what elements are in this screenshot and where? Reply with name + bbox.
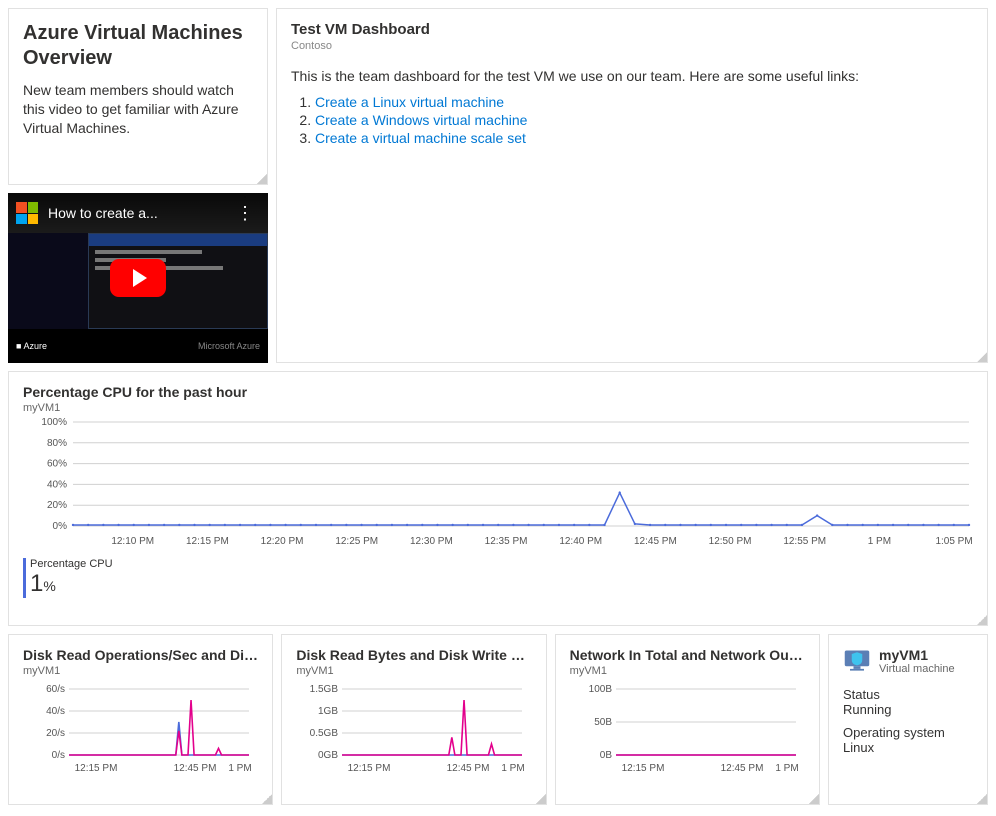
svg-text:12:25 PM: 12:25 PM xyxy=(335,536,378,547)
vm-status-label: Status xyxy=(843,687,973,702)
dashboard-info-tile: Test VM Dashboard Contoso This is the te… xyxy=(276,8,988,363)
overview-tile: Azure Virtual Machines Overview New team… xyxy=(8,8,268,185)
svg-text:12:40 PM: 12:40 PM xyxy=(559,536,602,547)
vm-info-tile[interactable]: myVM1 Virtual machine Status Running Ope… xyxy=(828,634,988,805)
video-title: How to create a... xyxy=(48,205,226,221)
svg-text:1 PM: 1 PM xyxy=(775,763,798,774)
svg-text:20/s: 20/s xyxy=(46,728,65,739)
resize-handle-icon[interactable] xyxy=(809,794,819,804)
svg-text:12:55 PM: 12:55 PM xyxy=(783,536,826,547)
dashboard-description: This is the team dashboard for the test … xyxy=(291,68,973,84)
resize-handle-icon[interactable] xyxy=(977,352,987,362)
svg-text:40%: 40% xyxy=(47,479,67,490)
svg-text:60%: 60% xyxy=(47,459,67,470)
disk-ops-chart[interactable]: 0/s 20/s 40/s 60/s 12:15 PM 12:45 PM 1 PM xyxy=(23,677,253,777)
vm-icon xyxy=(843,647,871,675)
svg-text:1GB: 1GB xyxy=(318,706,338,717)
svg-text:0B: 0B xyxy=(599,750,612,761)
overview-text: New team members should watch this video… xyxy=(23,81,253,138)
svg-text:12:15 PM: 12:15 PM xyxy=(75,763,118,774)
cpu-legend-value: 1% xyxy=(30,570,113,598)
svg-text:12:45 PM: 12:45 PM xyxy=(720,763,763,774)
resize-handle-icon[interactable] xyxy=(977,794,987,804)
svg-text:0GB: 0GB xyxy=(318,750,338,761)
dashboard-title: Test VM Dashboard xyxy=(291,21,973,38)
network-resource: myVM1 xyxy=(570,665,805,677)
svg-text:12:45 PM: 12:45 PM xyxy=(634,536,677,547)
video-brand-left: ■ Azure xyxy=(16,341,47,351)
svg-text:1 PM: 1 PM xyxy=(502,763,525,774)
cpu-legend: Percentage CPU 1% xyxy=(23,558,973,598)
vm-status-value: Running xyxy=(843,702,973,717)
cpu-chart-resource: myVM1 xyxy=(23,402,973,414)
network-tile[interactable]: Network In Total and Network Out... myVM… xyxy=(555,634,820,805)
svg-text:12:35 PM: 12:35 PM xyxy=(485,536,528,547)
disk-ops-resource: myVM1 xyxy=(23,665,258,677)
vm-os-value: Linux xyxy=(843,740,973,755)
dashboard-link-2[interactable]: Create a Windows virtual machine xyxy=(315,112,527,128)
cpu-chart-tile[interactable]: Percentage CPU for the past hour myVM1 0… xyxy=(8,371,988,626)
svg-text:0%: 0% xyxy=(53,521,68,532)
dashboard-subtitle: Contoso xyxy=(291,40,973,52)
svg-text:20%: 20% xyxy=(47,500,67,511)
resize-handle-icon[interactable] xyxy=(977,615,987,625)
dashboard-links: Create a Linux virtual machine Create a … xyxy=(291,94,973,146)
svg-text:100B: 100B xyxy=(588,684,612,695)
svg-text:12:15 PM: 12:15 PM xyxy=(621,763,664,774)
svg-text:40/s: 40/s xyxy=(46,706,65,717)
svg-text:0.5GB: 0.5GB xyxy=(310,728,339,739)
vm-os-label: Operating system xyxy=(843,725,973,740)
svg-text:0/s: 0/s xyxy=(52,750,65,761)
disk-bytes-resource: myVM1 xyxy=(296,665,531,677)
disk-bytes-chart[interactable]: 0GB 0.5GB 1GB 1.5GB 12:15 PM 12:45 PM 1 PM xyxy=(296,677,526,777)
dashboard-link-1[interactable]: Create a Linux virtual machine xyxy=(315,94,504,110)
video-more-icon[interactable]: ⋮ xyxy=(236,203,256,224)
vm-type: Virtual machine xyxy=(879,663,955,675)
cpu-chart[interactable]: 0% 20% 40% 60% 80% 100% 12:10 PM 12:15 PM 12:20 … xyxy=(23,414,975,554)
cpu-legend-label: Percentage CPU xyxy=(30,558,113,570)
dashboard-link-3[interactable]: Create a virtual machine scale set xyxy=(315,130,526,146)
resize-handle-icon[interactable] xyxy=(262,794,272,804)
svg-text:100%: 100% xyxy=(41,417,67,428)
svg-text:1.5GB: 1.5GB xyxy=(310,684,339,695)
windows-logo-icon xyxy=(16,202,38,224)
overview-title: Azure Virtual Machines Overview xyxy=(23,21,253,71)
resize-handle-icon[interactable] xyxy=(536,794,546,804)
svg-text:12:20 PM: 12:20 PM xyxy=(261,536,304,547)
disk-bytes-title: Disk Read Bytes and Disk Write By... xyxy=(296,647,531,663)
svg-text:12:15 PM: 12:15 PM xyxy=(348,763,391,774)
svg-text:1:05 PM: 1:05 PM xyxy=(935,536,972,547)
svg-text:60/s: 60/s xyxy=(46,684,65,695)
svg-text:12:10 PM: 12:10 PM xyxy=(111,536,154,547)
disk-ops-tile[interactable]: Disk Read Operations/Sec and Dis... myVM… xyxy=(8,634,273,805)
vm-name: myVM1 xyxy=(879,647,955,663)
svg-text:12:15 PM: 12:15 PM xyxy=(186,536,229,547)
svg-text:12:45 PM: 12:45 PM xyxy=(174,763,217,774)
svg-text:12:30 PM: 12:30 PM xyxy=(410,536,453,547)
network-title: Network In Total and Network Out... xyxy=(570,647,805,663)
network-chart[interactable]: 0B 50B 100B 12:15 PM 12:45 PM 1 PM xyxy=(570,677,800,777)
cpu-chart-title: Percentage CPU for the past hour xyxy=(23,384,973,400)
video-brand-right: Microsoft Azure xyxy=(198,341,260,351)
svg-text:50B: 50B xyxy=(594,717,612,728)
disk-bytes-tile[interactable]: Disk Read Bytes and Disk Write By... myV… xyxy=(281,634,546,805)
video-thumbnail[interactable]: How to create a... ⋮ ■ Azure Microsoft A… xyxy=(8,193,268,363)
resize-handle-icon[interactable] xyxy=(257,174,267,184)
svg-text:12:45 PM: 12:45 PM xyxy=(447,763,490,774)
svg-text:80%: 80% xyxy=(47,438,67,449)
video-tile[interactable]: How to create a... ⋮ ■ Azure Microsoft A… xyxy=(8,193,268,363)
svg-text:1 PM: 1 PM xyxy=(228,763,251,774)
svg-text:1 PM: 1 PM xyxy=(868,536,891,547)
disk-ops-title: Disk Read Operations/Sec and Dis... xyxy=(23,647,258,663)
video-scene-left xyxy=(8,233,88,329)
svg-text:12:50 PM: 12:50 PM xyxy=(709,536,752,547)
play-button-icon[interactable] xyxy=(110,259,166,297)
